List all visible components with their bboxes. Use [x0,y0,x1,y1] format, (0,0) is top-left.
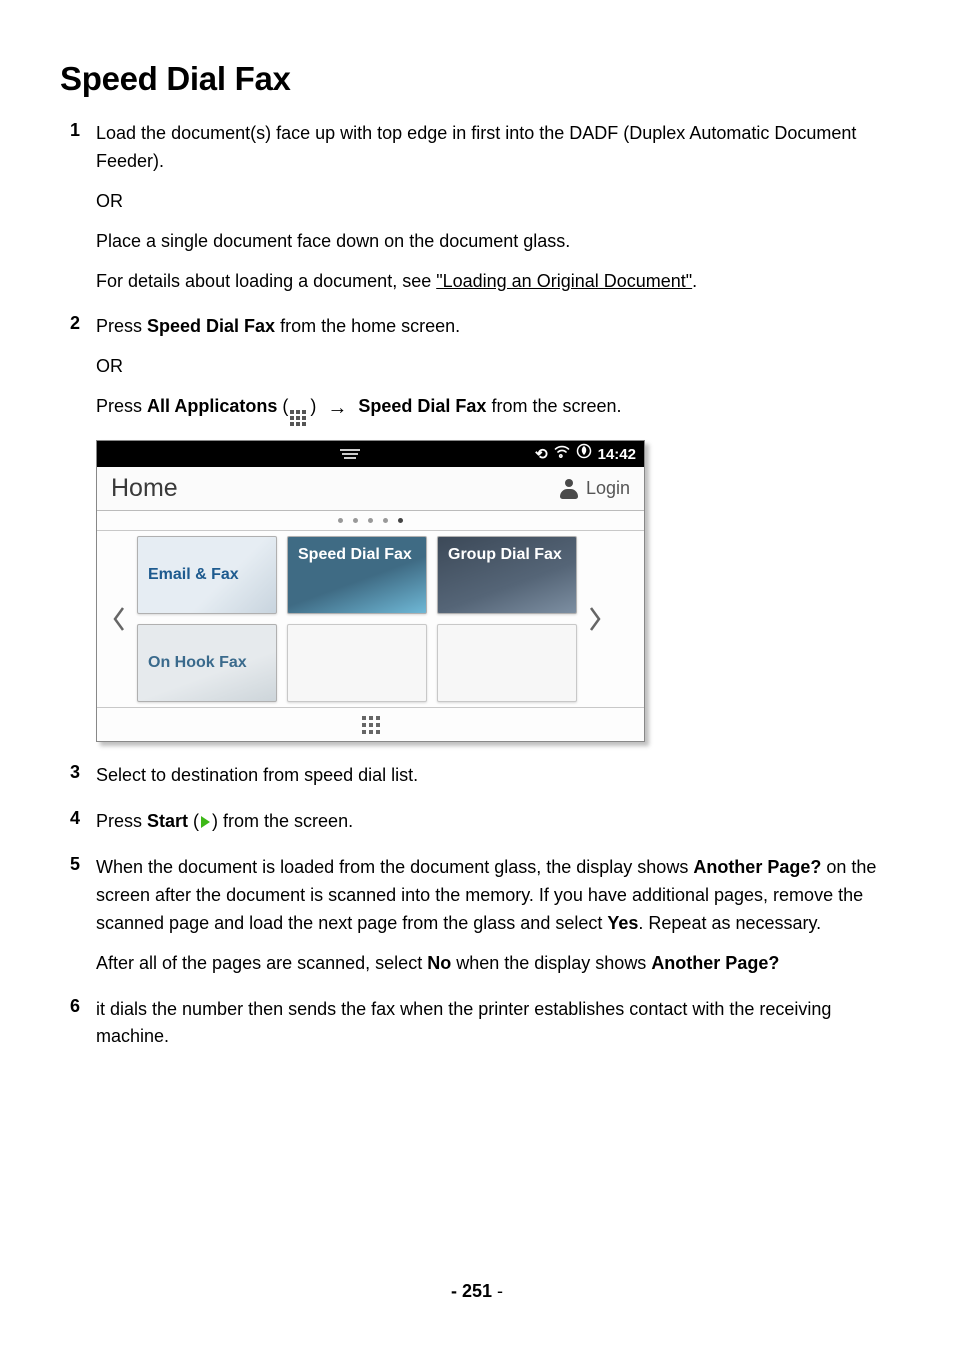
step-text-bold: All Applicatons [147,396,277,416]
login-label: Login [586,475,630,503]
apps-grid-icon [290,410,308,428]
home-label: Home [111,469,178,508]
device-screen: ⟲ 14:42 Home [96,440,645,742]
apps-area: Email & Fax Speed Dial Fax Group Dial Fa… [97,531,644,707]
header-row: Home Login [97,467,644,511]
eco-icon [576,443,592,466]
tile-speed-dial-fax[interactable]: Speed Dial Fax [287,536,427,614]
page-number-value: 251 [462,1281,492,1301]
tiles-grid: Email & Fax Speed Dial Fax Group Dial Fa… [137,536,577,702]
step-text-bold: Yes [607,913,638,933]
tile-email-fax[interactable]: Email & Fax [137,536,277,614]
loading-doc-link[interactable]: "Loading an Original Document" [436,271,692,291]
step-number: 3 [60,762,96,802]
step-text-bold: No [427,953,451,973]
step-text: After all of the pages are scanned, sele… [96,950,906,978]
status-time: 14:42 [598,443,636,466]
step-body: Load the document(s) face up with top ed… [96,120,906,307]
step-5: 5 When the document is loaded from the d… [60,854,906,990]
step-text: OR [96,353,906,381]
step-body: Press Speed Dial Fax from the home scree… [96,313,906,756]
step-text: Select to destination from speed dial li… [96,762,906,790]
bottom-bar [97,707,644,741]
person-icon [560,479,578,499]
step-text: Press Speed Dial Fax from the home scree… [96,313,906,341]
wifi-icon [554,443,570,465]
steps-list: 1 Load the document(s) face up with top … [60,120,906,1063]
step-text-part: from the screen. [486,396,621,416]
step-text-part: ( [188,811,199,831]
step-text: it dials the number then sends the fax w… [96,996,906,1052]
step-number: 2 [60,313,96,756]
step-number: 6 [60,996,96,1064]
step-number: 4 [60,808,96,848]
step-text: Place a single document face down on the… [96,228,906,256]
hamburger-icon[interactable] [340,447,360,461]
step-text-bold: Another Page? [693,857,821,877]
step-text: For details about loading a document, se… [96,268,906,296]
step-text-part: ) [310,396,321,416]
step-text-part: Press [96,316,147,336]
step-text-part: When the document is loaded from the doc… [96,857,693,877]
step-4: 4 Press Start () from the screen. [60,808,906,848]
apps-grid-icon[interactable] [362,716,380,734]
step-text-part: ) [212,811,223,831]
step-text-bold: Start [147,811,188,831]
step-text-part: when the display shows [451,953,651,973]
step-text-part: After all of the pages are scanned, sele… [96,953,427,973]
step-number: 1 [60,120,96,307]
step-text-part: ( [282,396,288,416]
page-number: - 251 - [0,1281,954,1302]
step-body: it dials the number then sends the fax w… [96,996,906,1064]
page-title: Speed Dial Fax [60,60,906,98]
step-text-bold: Another Page? [651,953,779,973]
step-text: When the document is loaded from the doc… [96,854,906,938]
home-screen-figure: ⟲ 14:42 Home [96,440,645,742]
sync-icon: ⟲ [535,443,548,466]
tile-empty [437,624,577,702]
step-body: Select to destination from speed dial li… [96,762,906,802]
login-button[interactable]: Login [560,475,630,503]
step-6: 6 it dials the number then sends the fax… [60,996,906,1064]
tile-on-hook-fax[interactable]: On Hook Fax [137,624,277,702]
tile-group-dial-fax[interactable]: Group Dial Fax [437,536,577,614]
step-text: Press All Applicatons () → Speed Dial Fa… [96,393,906,428]
step-text-part: For details about loading a document, se… [96,271,436,291]
step-2: 2 Press Speed Dial Fax from the home scr… [60,313,906,756]
step-text-part: from the screen. [223,811,353,831]
step-body: When the document is loaded from the doc… [96,854,906,990]
chevron-right-icon[interactable] [577,606,613,632]
page-dash: - [492,1281,503,1301]
step-text-bold: Speed Dial Fax [147,316,275,336]
step-text: OR [96,188,906,216]
step-1: 1 Load the document(s) face up with top … [60,120,906,307]
start-play-icon [201,816,210,828]
status-bar: ⟲ 14:42 [97,441,644,467]
step-text-part: . Repeat as necessary. [638,913,821,933]
chevron-left-icon[interactable] [101,606,137,632]
step-text-part: Press [96,396,147,416]
step-3: 3 Select to destination from speed dial … [60,762,906,802]
step-text-part: Press [96,811,147,831]
step-text-bold: Speed Dial Fax [358,396,486,416]
step-number: 5 [60,854,96,990]
arrow-right-icon: → [327,393,347,424]
step-text-part: from the home screen. [275,316,460,336]
step-text: Press Start () from the screen. [96,808,906,836]
step-text: Load the document(s) face up with top ed… [96,120,906,176]
tile-empty [287,624,427,702]
step-text-part: . [692,271,697,291]
step-body: Press Start () from the screen. [96,808,906,848]
page-dash: - [451,1281,462,1301]
page-indicator [97,511,644,531]
status-right: ⟲ 14:42 [535,443,636,466]
